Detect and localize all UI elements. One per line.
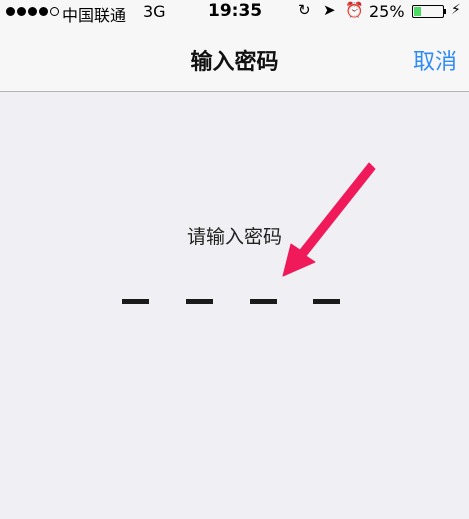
status-time: 19:35 [208, 1, 263, 21]
signal-dot [17, 7, 26, 16]
signal-dot-empty [50, 7, 59, 16]
battery-percent: 25% [369, 2, 405, 21]
battery-nub [444, 9, 446, 14]
page-title: 输入密码 [190, 50, 279, 75]
passcode-slot-3 [250, 299, 277, 304]
signal-dot [28, 7, 37, 16]
location-icon: ➤ [323, 1, 336, 19]
charging-icon: ⚡ [451, 2, 461, 18]
passcode-slot-4 [313, 299, 340, 304]
carrier-name: 中国联通 [62, 6, 127, 25]
network-type: 3G [143, 2, 166, 21]
battery-icon [412, 5, 444, 18]
passcode-prompt: 请输入密码 [186, 226, 282, 248]
rotation-lock-icon: ↻ [298, 1, 311, 19]
passcode-slot-1 [122, 299, 149, 304]
arrow-shape [282, 162, 376, 277]
passcode-field[interactable] [0, 299, 469, 305]
status-bar: 中国联通 3G 19:35 ↻ ➤ ⏰ 25% ⚡ [0, 0, 469, 25]
top-bar: 中国联通 3G 19:35 ↻ ➤ ⏰ 25% ⚡ 输入密码 取消 [0, 0, 469, 92]
signal-strength-icon [6, 7, 59, 16]
signal-dot [39, 7, 48, 16]
battery-fill [414, 7, 421, 16]
passcode-slot-2 [186, 299, 213, 304]
signal-dot [6, 7, 15, 16]
alarm-icon: ⏰ [345, 1, 364, 19]
cancel-button[interactable]: 取消 [413, 44, 457, 76]
